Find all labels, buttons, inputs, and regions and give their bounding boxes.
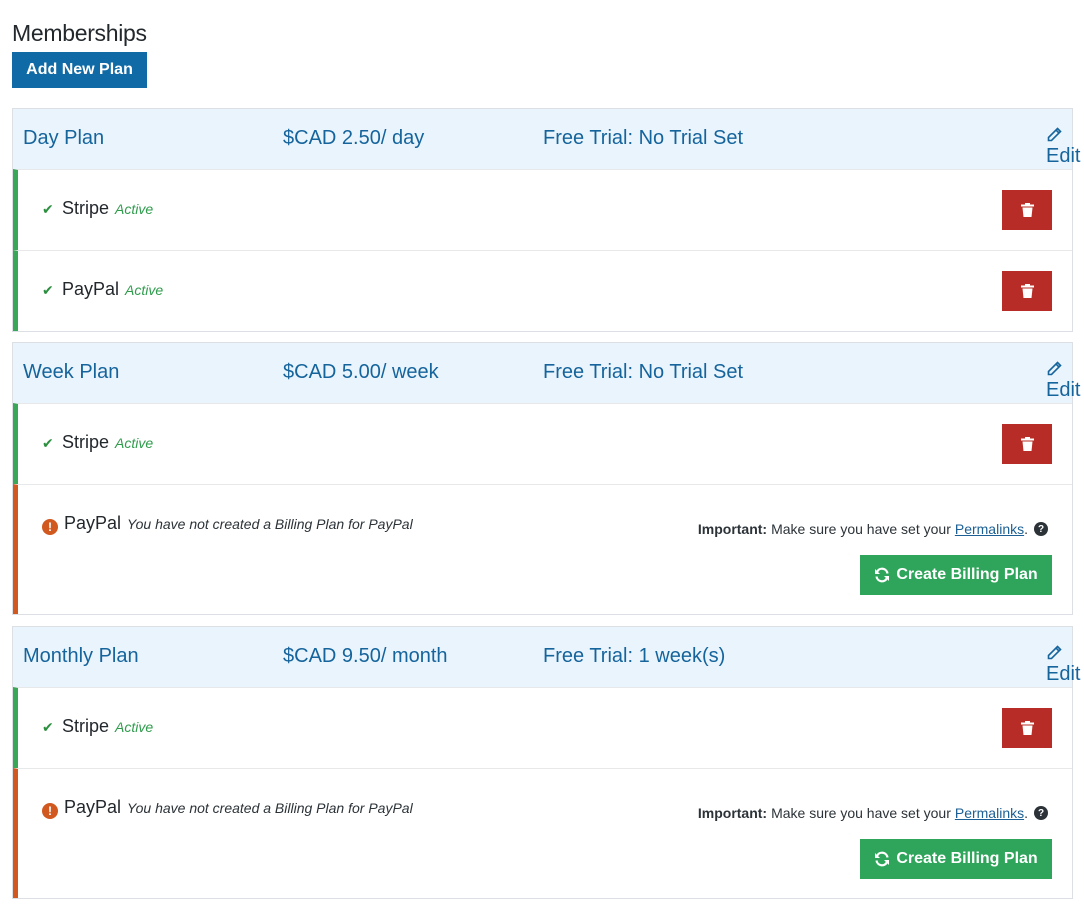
gateway-status: You have not created a Billing Plan for … — [127, 516, 413, 532]
gateway-status: Active — [125, 282, 164, 298]
delete-gateway-button[interactable] — [1002, 271, 1052, 311]
plan-card-monthly: Monthly Plan $CAD 9.50/ month Free Trial… — [12, 626, 1080, 899]
plan-card-week: Week Plan $CAD 5.00/ week Free Trial: No… — [12, 342, 1080, 615]
permalinks-notice: Important: Make sure you have set your P… — [698, 521, 1048, 537]
gateway-status: Active — [115, 201, 154, 217]
permalinks-link[interactable]: Permalinks — [955, 521, 1024, 537]
gateway-name: Stripe — [62, 432, 110, 452]
important-text: Make sure you have set your — [771, 805, 951, 821]
important-label: Important: — [697, 521, 768, 537]
gateway-name: PayPal — [64, 513, 122, 533]
important-label: Important: — [697, 805, 768, 821]
plan-name: Monthly Plan — [23, 645, 139, 667]
trash-icon — [1020, 203, 1034, 217]
check-icon: ✔ — [42, 719, 54, 735]
plan-price: $CAD 2.50/ day — [283, 127, 425, 149]
important-text: Make sure you have set your — [771, 521, 951, 537]
plan-price: $CAD 5.00/ week — [283, 361, 439, 383]
plan-header: Week Plan $CAD 5.00/ week Free Trial: No… — [13, 343, 1080, 403]
create-billing-plan-button[interactable]: Create Billing Plan — [860, 839, 1052, 879]
edit-plan-button[interactable]: Edit — [1046, 127, 1080, 167]
period: . — [1024, 805, 1028, 821]
delete-gateway-button[interactable] — [1002, 190, 1052, 230]
gateway-row-stripe: ✔ Stripe Active — [13, 403, 1072, 484]
permalinks-link[interactable]: Permalinks — [955, 805, 1024, 821]
pencil-icon — [1047, 645, 1062, 660]
exclamation-icon: ! — [42, 519, 58, 535]
trash-icon — [1020, 284, 1034, 298]
trash-icon — [1020, 721, 1034, 735]
create-billing-plan-label: Create Billing Plan — [896, 566, 1038, 583]
refresh-icon — [875, 567, 890, 583]
gateway-name: Stripe — [62, 198, 110, 218]
check-icon: ✔ — [42, 201, 54, 217]
exclamation-icon: ! — [42, 803, 58, 819]
gateway-status: Active — [115, 719, 154, 735]
plan-name: Week Plan — [23, 361, 120, 383]
gateway-name: PayPal — [62, 279, 120, 299]
trash-icon — [1020, 437, 1034, 451]
plan-name: Day Plan — [23, 127, 105, 149]
gateway-row-paypal: ! PayPal You have not created a Billing … — [13, 768, 1072, 898]
plan-trial: Free Trial: No Trial Set — [543, 127, 744, 149]
edit-plan-button[interactable]: Edit — [1046, 361, 1080, 401]
permalinks-notice: Important: Make sure you have set your P… — [698, 805, 1048, 821]
gateway-row-stripe: ✔ Stripe Active — [13, 687, 1072, 768]
check-icon: ✔ — [42, 282, 54, 298]
edit-label: Edit — [1046, 145, 1081, 167]
delete-gateway-button[interactable] — [1002, 424, 1052, 464]
edit-label: Edit — [1046, 663, 1081, 685]
gateway-row-stripe: ✔ Stripe Active — [13, 169, 1072, 250]
gateway-name: PayPal — [64, 797, 122, 817]
gateway-row-paypal: ✔ PayPal Active — [13, 250, 1072, 331]
plan-card-day: Day Plan $CAD 2.50/ day Free Trial: No T… — [12, 108, 1080, 332]
add-new-plan-button[interactable]: Add New Plan — [12, 52, 147, 88]
plan-header: Day Plan $CAD 2.50/ day Free Trial: No T… — [13, 109, 1080, 169]
edit-label: Edit — [1046, 379, 1081, 401]
plan-price: $CAD 9.50/ month — [283, 645, 448, 667]
check-icon: ✔ — [42, 435, 54, 451]
edit-plan-button[interactable]: Edit — [1046, 645, 1080, 685]
gateway-row-paypal: ! PayPal You have not created a Billing … — [13, 484, 1072, 614]
gateway-status: Active — [115, 435, 154, 451]
question-icon[interactable]: ? — [1034, 806, 1048, 820]
gateway-name: Stripe — [62, 716, 110, 736]
question-icon[interactable]: ? — [1034, 522, 1048, 536]
create-billing-plan-button[interactable]: Create Billing Plan — [860, 555, 1052, 595]
page-title: Memberships — [12, 20, 147, 46]
period: . — [1024, 521, 1028, 537]
pencil-icon — [1047, 361, 1062, 376]
gateway-status: You have not created a Billing Plan for … — [127, 800, 413, 816]
delete-gateway-button[interactable] — [1002, 708, 1052, 748]
plan-trial: Free Trial: 1 week(s) — [543, 645, 726, 667]
refresh-icon — [875, 851, 890, 867]
create-billing-plan-label: Create Billing Plan — [896, 850, 1038, 867]
plan-header: Monthly Plan $CAD 9.50/ month Free Trial… — [13, 627, 1080, 687]
plan-trial: Free Trial: No Trial Set — [543, 361, 744, 383]
pencil-icon — [1047, 127, 1062, 142]
